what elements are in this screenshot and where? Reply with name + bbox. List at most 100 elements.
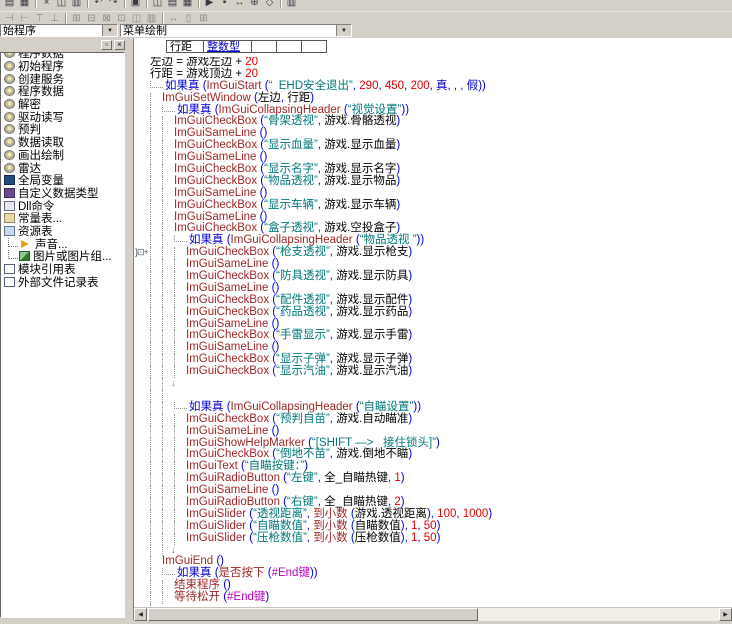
variable-type-cell[interactable]: 整数型 bbox=[204, 40, 252, 53]
scroll-right-button[interactable]: ▶ bbox=[719, 608, 732, 621]
code-line[interactable]: 等待松开 (#End键) bbox=[134, 592, 732, 604]
chevron-down-icon[interactable]: ▼ bbox=[336, 25, 351, 36]
dll-icon bbox=[4, 201, 15, 211]
undo-icon[interactable]: ↶ bbox=[91, 0, 106, 9]
code-line[interactable]: ImGuiSlider (“压枪数值”, 到小数 (压枪数值), 1, 50) bbox=[134, 533, 732, 545]
indent-guide bbox=[150, 509, 162, 521]
string-token: “配件透视” bbox=[276, 294, 330, 306]
stop-icon[interactable]: ▪ bbox=[217, 0, 232, 9]
copy-icon[interactable]: ◫ bbox=[54, 0, 69, 9]
identifier-token: 游戏.骨骼透视 bbox=[324, 115, 396, 127]
panel-restore-button[interactable]: ▫ bbox=[101, 40, 112, 50]
punct-token: () bbox=[272, 484, 280, 496]
code-line[interactable]: ImGuiCheckBox (“显示汽油”, 游戏.显示汽油) bbox=[134, 366, 732, 378]
function-token: ImGuiCheckBox bbox=[186, 329, 272, 341]
chevron-down-icon[interactable]: ▼ bbox=[102, 25, 117, 36]
grid-icon[interactable]: ⊞ bbox=[196, 11, 211, 25]
center-vertical-icon[interactable]: ◫ bbox=[129, 11, 144, 25]
variable-empty-cell[interactable] bbox=[302, 40, 327, 53]
function-token: ImGuiCheckBox bbox=[174, 222, 260, 234]
variable-name-cell[interactable]: 行距 bbox=[166, 40, 204, 53]
window-cascade-icon[interactable]: ▤ bbox=[165, 0, 180, 9]
assembly-icon bbox=[4, 74, 15, 84]
compile-icon[interactable]: ◇ bbox=[262, 0, 277, 9]
tree-item[interactable]: 外部文件记录表 bbox=[1, 275, 124, 288]
help-book-icon[interactable]: ▥ bbox=[284, 0, 299, 9]
project-tree: 程序数据初始程序创建服务程序数据解密驱动读写预判数据读取画出绘制雷达全局变量自定… bbox=[0, 52, 125, 618]
same-width-icon[interactable]: ⊞ bbox=[69, 11, 84, 25]
breakpoint-icon[interactable]: ⊕ bbox=[247, 0, 262, 9]
scrollbar-thumb[interactable] bbox=[148, 608, 478, 621]
align-left-icon[interactable]: ⊣ bbox=[2, 11, 17, 25]
code-line[interactable]: ↓ bbox=[134, 378, 732, 390]
fit-width-icon[interactable]: ↔ bbox=[166, 11, 181, 25]
string-token: “显示汽油” bbox=[276, 365, 330, 377]
string-token: “骨架透视” bbox=[264, 115, 318, 127]
punct-token: () bbox=[260, 187, 268, 199]
constant-token: #End键 bbox=[272, 567, 310, 579]
window-split-icon[interactable]: ◫ bbox=[150, 0, 165, 9]
indent-guide bbox=[162, 116, 174, 128]
variable-empty-cell[interactable] bbox=[252, 40, 277, 53]
indent-guide bbox=[150, 212, 162, 224]
selector-row: 始程序 ▼ 菜单绘制 ▼ bbox=[0, 24, 732, 38]
indent-guide bbox=[162, 235, 174, 247]
align-top-icon[interactable]: ⊤ bbox=[32, 11, 47, 25]
string-token: “药品透视” bbox=[276, 306, 330, 318]
function-token: ImGuiSameLine bbox=[186, 282, 272, 294]
identifier-token: 游戏.显示防具 bbox=[336, 270, 408, 282]
identifier-token: 自瞄数值 bbox=[355, 520, 401, 532]
assembly-icon bbox=[4, 61, 15, 71]
panel-close-button[interactable]: × bbox=[114, 40, 125, 50]
indent-guide bbox=[150, 295, 162, 307]
horizontal-scrollbar[interactable]: ◀ ▶ bbox=[134, 607, 732, 621]
function-token: ImGuiCheckBox bbox=[174, 175, 260, 187]
fit-height-icon[interactable]: ▯ bbox=[181, 11, 196, 25]
indent-guide bbox=[162, 354, 174, 366]
punct-token: ) bbox=[396, 163, 400, 175]
local-variable-table: 行距整数型 bbox=[166, 40, 327, 53]
string-token: “自瞄按键：” bbox=[245, 460, 304, 472]
function-token: ImGuiSameLine bbox=[174, 127, 260, 139]
indent-guide bbox=[174, 247, 186, 259]
string-token: “防具透视” bbox=[276, 270, 330, 282]
function-token: ImGuiCheckBox bbox=[186, 294, 272, 306]
indent-guide bbox=[162, 319, 174, 331]
same-size-icon[interactable]: ⊠ bbox=[99, 11, 114, 25]
window-tile-icon[interactable]: ▦ bbox=[180, 0, 195, 9]
indent-guide bbox=[150, 533, 162, 545]
punct-token: ) bbox=[408, 448, 412, 460]
open-icon[interactable]: ▤ bbox=[2, 0, 17, 9]
save-icon[interactable]: ▦ bbox=[17, 0, 32, 9]
scroll-left-button[interactable]: ◀ bbox=[134, 608, 147, 621]
run-icon[interactable]: ▶ bbox=[202, 0, 217, 9]
variable-empty-cell[interactable] bbox=[277, 40, 302, 53]
section-selector[interactable]: 始程序 ▼ bbox=[0, 24, 118, 37]
paste-icon[interactable]: ▥ bbox=[69, 0, 84, 9]
indent-guide bbox=[174, 497, 186, 509]
indent-guide bbox=[150, 521, 162, 533]
redo-icon[interactable]: ↷ bbox=[106, 0, 121, 9]
indent-guide bbox=[162, 426, 174, 438]
indent-guide bbox=[162, 164, 174, 176]
center-horizontal-icon[interactable]: ⊡ bbox=[114, 11, 129, 25]
same-height-icon[interactable]: ⊟ bbox=[84, 11, 99, 25]
identifier-token: 左边 bbox=[258, 92, 281, 104]
indent-guide bbox=[162, 342, 174, 354]
assembly-icon bbox=[4, 150, 15, 160]
align-bottom-icon[interactable]: ⊥ bbox=[47, 11, 62, 25]
space-evenly-icon[interactable]: ▥ bbox=[144, 11, 159, 25]
align-right-icon[interactable]: ⊢ bbox=[17, 11, 32, 25]
punct-token: ) bbox=[401, 496, 405, 508]
keyword-token: 如果真 bbox=[177, 567, 215, 579]
punct-token: ) bbox=[396, 115, 400, 127]
find-icon[interactable]: ▣ bbox=[128, 0, 143, 9]
step-icon[interactable]: ↔ bbox=[232, 0, 247, 9]
number-token: 100 bbox=[437, 508, 456, 520]
block-end-arrow-icon: ↓ bbox=[171, 378, 176, 390]
cut-icon[interactable]: × bbox=[39, 0, 54, 9]
indent-guide bbox=[162, 461, 174, 473]
indent-guide bbox=[150, 592, 162, 604]
identifier-token: 游戏.显示车辆 bbox=[324, 199, 396, 211]
subroutine-selector[interactable]: 菜单绘制 ▼ bbox=[120, 24, 352, 37]
